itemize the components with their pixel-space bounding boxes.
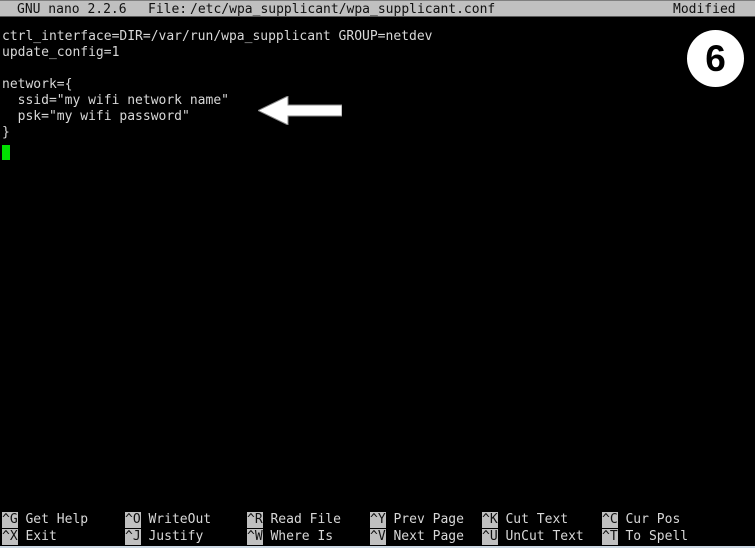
filename-label: /etc/wpa_supplicant/wpa_supplicant.conf	[190, 2, 496, 17]
modified-status-badge: Modified	[673, 2, 736, 17]
shortcut-writeout[interactable]: ^O WriteOut	[125, 512, 211, 528]
text-cursor	[2, 145, 10, 160]
shortcut-key: ^Y	[370, 512, 386, 528]
shortcut-key: ^O	[125, 512, 141, 528]
shortcut-key: ^V	[370, 529, 386, 545]
shortcut-label: Justify	[140, 529, 204, 544]
shortcut-exit[interactable]: ^X Exit	[2, 529, 57, 545]
nano-version-label: GNU nano 2.2.6	[17, 2, 127, 17]
shortcut-key: ^K	[482, 512, 498, 528]
shortcut-label: Next Page	[385, 529, 464, 544]
shortcut-label: Exit	[17, 529, 57, 544]
code-line: update_config=1	[2, 45, 120, 60]
shortcut-label: Get Help	[17, 512, 89, 527]
code-line: ssid="my wifi network name"	[2, 93, 229, 108]
code-line: }	[2, 125, 10, 140]
file-label: File:	[148, 2, 188, 17]
shortcut-label: Cut Text	[497, 512, 569, 527]
shortcut-uncut-text[interactable]: ^U UnCut Text	[482, 529, 584, 545]
shortcut-key: ^C	[602, 512, 618, 528]
code-line: ctrl_interface=DIR=/var/run/wpa_supplica…	[2, 29, 433, 44]
code-line: network={	[2, 77, 73, 92]
shortcut-cut-text[interactable]: ^K Cut Text	[482, 512, 568, 528]
shortcut-label: WriteOut	[140, 512, 212, 527]
shortcut-read-file[interactable]: ^R Read File	[247, 512, 341, 528]
shortcut-to-spell[interactable]: ^T To Spell	[602, 529, 688, 545]
shortcut-key: ^R	[247, 512, 263, 528]
shortcut-cur-pos[interactable]: ^C Cur Pos	[602, 512, 680, 528]
editor-text-area[interactable]: ctrl_interface=DIR=/var/run/wpa_supplica…	[0, 18, 755, 505]
shortcut-help-bar: ^G Get Help ^X Exit ^O WriteOut ^J Justi…	[0, 508, 755, 548]
arrow-left-icon	[258, 96, 342, 125]
shortcut-key: ^X	[2, 529, 18, 545]
nano-editor-screen: GNU nano 2.2.6 File: /etc/wpa_supplicant…	[0, 0, 755, 548]
shortcut-label: Where Is	[262, 529, 334, 544]
shortcut-label: UnCut Text	[497, 529, 584, 544]
shortcut-label: To Spell	[617, 529, 689, 544]
shortcut-key: ^J	[125, 529, 141, 545]
shortcut-key: ^W	[247, 529, 263, 545]
shortcut-label: Read File	[262, 512, 341, 527]
titlebar: GNU nano 2.2.6 File: /etc/wpa_supplicant…	[0, 0, 755, 17]
shortcut-get-help[interactable]: ^G Get Help	[2, 512, 88, 528]
shortcut-key: ^T	[602, 529, 618, 545]
shortcut-label: Cur Pos	[617, 512, 681, 527]
shortcut-prev-page[interactable]: ^Y Prev Page	[370, 512, 464, 528]
shortcut-label: Prev Page	[385, 512, 464, 527]
shortcut-justify[interactable]: ^J Justify	[125, 529, 203, 545]
shortcut-next-page[interactable]: ^V Next Page	[370, 529, 464, 545]
step-number-badge: 6	[687, 30, 744, 87]
shortcut-where-is[interactable]: ^W Where Is	[247, 529, 333, 545]
shortcut-key: ^U	[482, 529, 498, 545]
code-line: psk="my wifi password"	[2, 109, 190, 124]
shortcut-key: ^G	[2, 512, 18, 528]
